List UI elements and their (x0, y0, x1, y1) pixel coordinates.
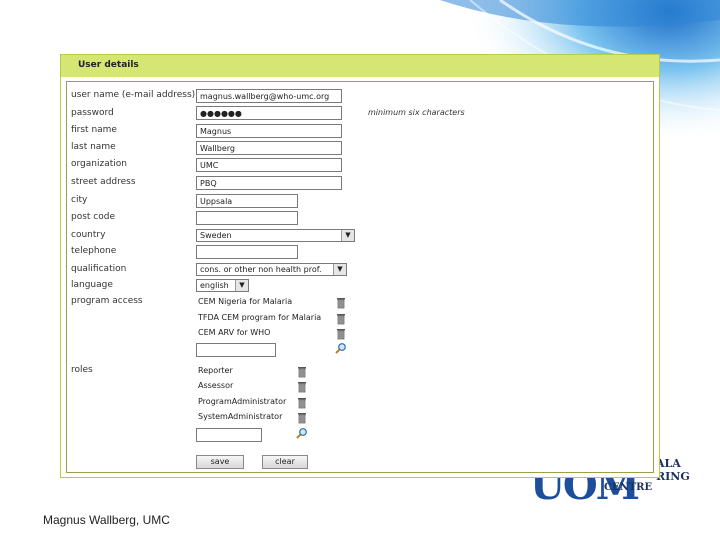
first-name-input[interactable]: Magnus (196, 124, 342, 138)
footer-author: Magnus Wallberg, UMC (43, 513, 170, 527)
trash-icon[interactable] (336, 328, 346, 340)
post-code-label: post code (71, 212, 116, 222)
trash-icon[interactable] (336, 297, 346, 309)
telephone-input[interactable] (196, 245, 298, 259)
country-value: Sweden (200, 231, 232, 240)
country-select[interactable]: Sweden ▼ (196, 229, 355, 242)
last-name-label: last name (71, 142, 116, 152)
language-select[interactable]: english ▼ (196, 279, 249, 292)
roles-label: roles (71, 365, 93, 375)
street-address-input[interactable]: PBQ (196, 176, 342, 190)
logo-text-line2: RING (656, 470, 690, 483)
trash-icon[interactable] (297, 412, 307, 424)
role-item: Reporter (198, 366, 233, 375)
program-access-item: CEM ARV for WHO (198, 328, 271, 337)
trash-icon[interactable] (297, 397, 307, 409)
role-item: SystemAdministrator (198, 412, 283, 421)
trash-icon[interactable] (336, 313, 346, 325)
program-access-item: TFDA CEM program for Malaria (198, 313, 322, 322)
city-input[interactable]: Uppsala (196, 194, 298, 208)
trash-icon[interactable] (297, 381, 307, 393)
first-name-label: first name (71, 125, 117, 135)
username-label: user name (e-mail address) (71, 90, 196, 100)
program-access-add-input[interactable] (196, 343, 276, 357)
panel-title: User details (78, 60, 139, 70)
roles-add-input[interactable] (196, 428, 262, 442)
role-item: ProgramAdministrator (198, 397, 287, 406)
country-label: country (71, 230, 106, 240)
organization-label: organization (71, 159, 127, 169)
qualification-label: qualification (71, 264, 127, 274)
last-name-input[interactable]: Wallberg (196, 141, 342, 155)
program-access-item: CEM Nigeria for Malaria (198, 297, 293, 306)
panel-header: User details (61, 55, 659, 77)
user-details-panel: User details (60, 54, 660, 478)
street-address-label: street address (71, 177, 136, 187)
password-hint: minimum six characters (368, 108, 465, 117)
save-button[interactable]: save (196, 455, 244, 469)
panel-body (66, 81, 654, 473)
username-input[interactable]: magnus.wallberg@who-umc.org (196, 89, 342, 103)
password-input[interactable]: ●●●●●● (196, 106, 342, 120)
chevron-down-icon[interactable]: ▼ (235, 280, 248, 291)
password-label: password (71, 108, 114, 118)
search-icon[interactable] (335, 342, 347, 354)
language-label: language (71, 280, 113, 290)
trash-icon[interactable] (297, 366, 307, 378)
chevron-down-icon[interactable]: ▼ (341, 230, 354, 241)
chevron-down-icon[interactable]: ▼ (333, 264, 346, 275)
program-access-label: program access (71, 296, 143, 306)
qualification-value: cons. or other non health prof. (200, 265, 322, 274)
city-label: city (71, 195, 88, 205)
clear-button[interactable]: clear (262, 455, 308, 469)
search-icon[interactable] (296, 427, 308, 439)
organization-input[interactable]: UMC (196, 158, 342, 172)
telephone-label: telephone (71, 246, 117, 256)
qualification-select[interactable]: cons. or other non health prof. ▼ (196, 263, 347, 276)
language-value: english (200, 281, 229, 290)
role-item: Assessor (198, 381, 234, 390)
logo-text-line3: CENTRE (604, 482, 653, 493)
post-code-input[interactable] (196, 211, 298, 225)
